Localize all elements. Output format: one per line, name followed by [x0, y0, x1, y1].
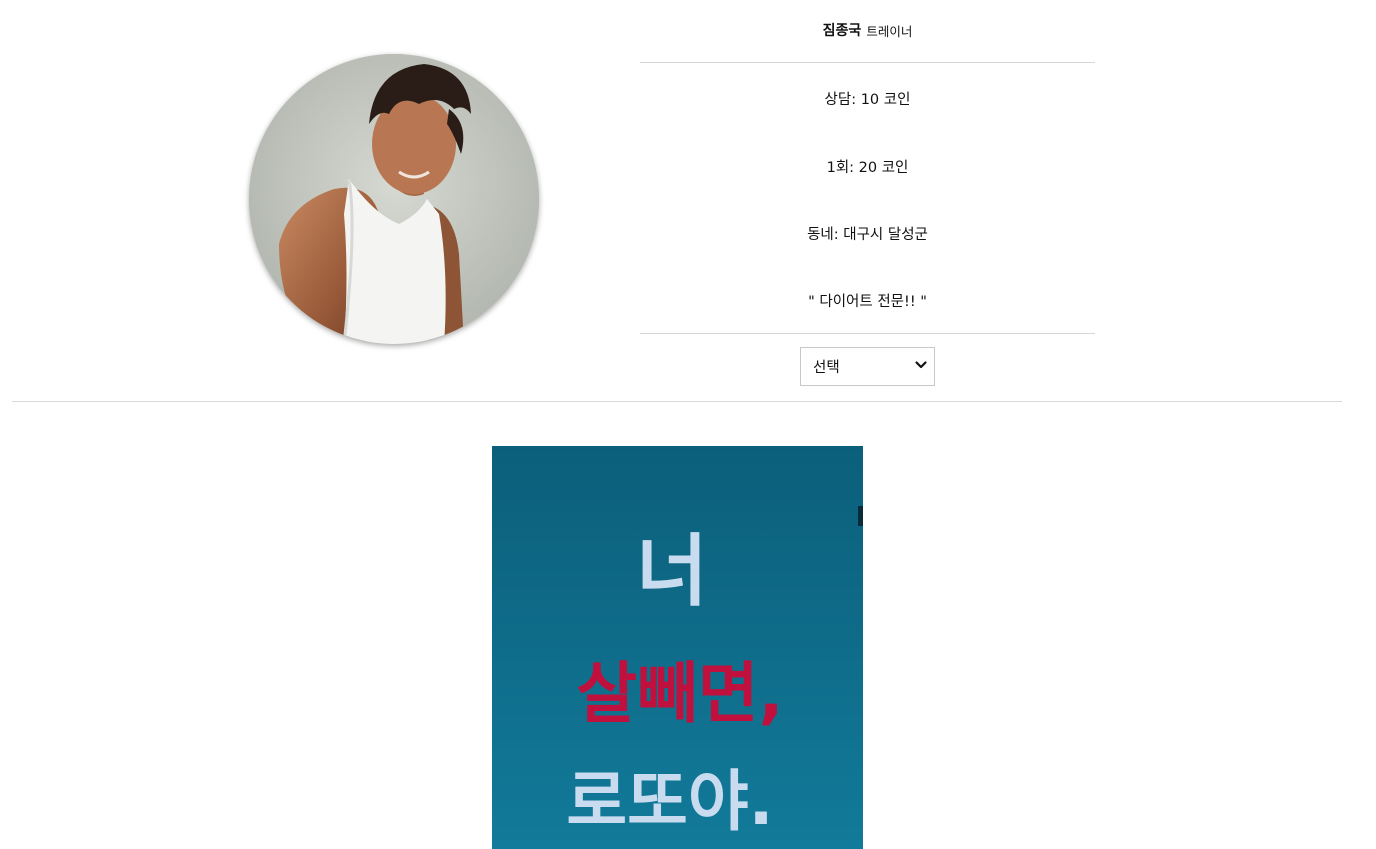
- trainer-avatar: [249, 54, 539, 344]
- trainer-info-panel: 짐종국 트레이너 상담: 10 코인 1회: 20 코인 동네: 대구시 달성군…: [640, 0, 1095, 386]
- section-divider: [12, 401, 1342, 402]
- trainer-role: 트레이너: [866, 23, 913, 39]
- chevron-down-icon: [914, 358, 928, 376]
- trainer-profile-page: 짐종국 트레이너 상담: 10 코인 1회: 20 코인 동네: 대구시 달성군…: [0, 0, 1376, 849]
- poster-line-2: 살빼면,: [576, 655, 783, 732]
- neighborhood: 동네: 대구시 달성군: [807, 227, 928, 243]
- select-row: 선택: [640, 334, 1095, 386]
- option-select-value: 선택: [813, 360, 840, 376]
- consult-price: 상담: 10 코인: [824, 91, 911, 108]
- trainer-tagline: " 다이어트 전문!! ": [640, 267, 1095, 334]
- trainer-name-row: 짐종국 트레이너: [640, 0, 1095, 63]
- poster-line-1: 너: [636, 527, 708, 617]
- trainer-name: 짐종국: [822, 23, 862, 39]
- promo-poster-image: 너 살빼면, 로또야.: [492, 446, 863, 849]
- poster-line-3: 로또야.: [566, 763, 773, 840]
- session-price: 1회: 20 코인: [826, 160, 909, 176]
- trainer-photo-illustration: [249, 54, 539, 344]
- poster-graphic: 너 살빼면, 로또야.: [492, 446, 863, 849]
- option-select[interactable]: 선택: [800, 347, 935, 386]
